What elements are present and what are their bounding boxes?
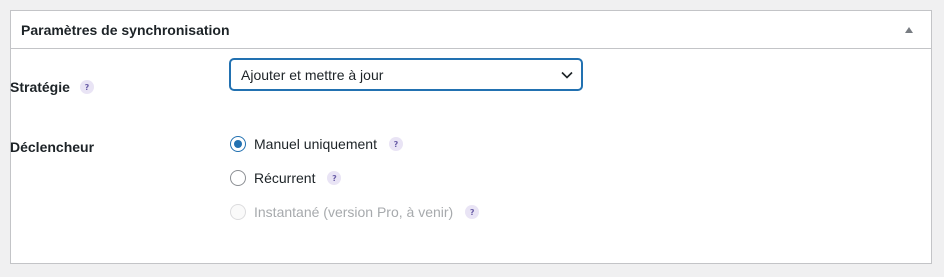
trigger-option-instant: Instantané (version Pro, à venir) ? [230, 204, 480, 220]
triangle-up-icon [905, 26, 913, 33]
panel-title: Paramètres de synchronisation [21, 21, 230, 38]
collapse-toggle-button[interactable] [899, 20, 919, 40]
trigger-option-label: Instantané (version Pro, à venir) [254, 204, 454, 220]
strategy-label: Stratégie [10, 79, 70, 95]
strategy-select-value: Ajouter et mettre à jour [241, 66, 384, 83]
trigger-row-label: Déclencheur [10, 139, 94, 155]
trigger-option-manual[interactable]: Manuel uniquement ? [230, 136, 403, 152]
radio-recurring[interactable] [230, 170, 246, 186]
instant-help-icon[interactable]: ? [465, 205, 480, 219]
strategy-help-icon[interactable]: ? [79, 80, 94, 94]
recurring-help-icon[interactable]: ? [327, 171, 342, 185]
manual-help-icon[interactable]: ? [388, 137, 403, 151]
sync-settings-panel: Paramètres de synchronisation [10, 10, 932, 264]
strategy-select[interactable]: Ajouter et mettre à jour [230, 59, 582, 90]
radio-instant [230, 204, 246, 220]
trigger-label: Déclencheur [10, 139, 95, 155]
strategy-row-label: Stratégie ? [10, 79, 94, 95]
trigger-option-label[interactable]: Manuel uniquement [254, 136, 377, 152]
panel-header: Paramètres de synchronisation [11, 11, 931, 49]
radio-manual[interactable] [230, 136, 246, 152]
chevron-down-icon [561, 71, 573, 79]
trigger-option-label[interactable]: Récurrent [254, 170, 315, 186]
trigger-option-recurring[interactable]: Récurrent ? [230, 170, 342, 186]
